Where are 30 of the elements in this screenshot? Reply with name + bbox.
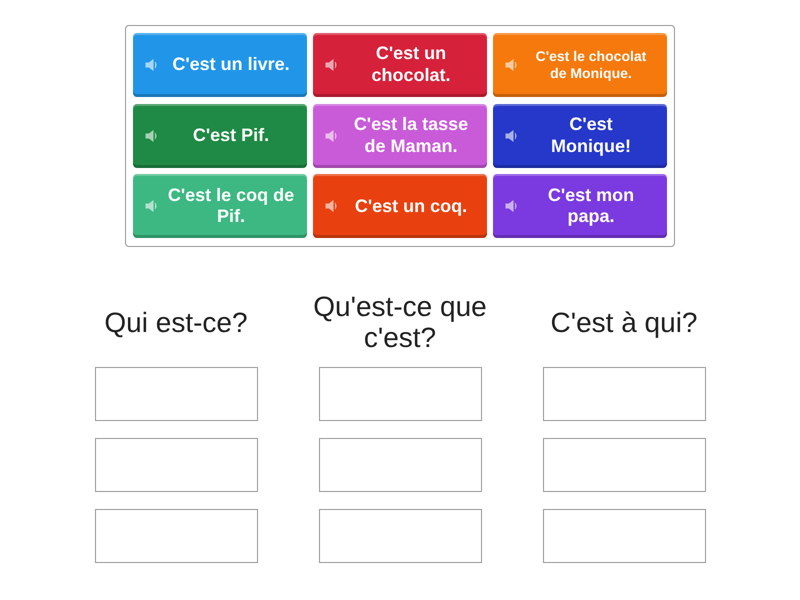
speaker-icon[interactable]	[145, 128, 159, 143]
drop-zone[interactable]	[94, 438, 258, 492]
group-heading: C'est à qui?	[550, 308, 698, 338]
answer-tile[interactable]: C'est Pif.	[133, 104, 307, 168]
answer-tile[interactable]: C'est le coq de Pif.	[133, 174, 307, 238]
group-heading: Qui est-ce?	[103, 308, 249, 338]
answer-tile[interactable]: C'est Monique!	[493, 104, 667, 168]
speaker-icon[interactable]	[325, 128, 339, 143]
answer-tile[interactable]: C'est un coq.	[313, 174, 487, 238]
drop-zone[interactable]	[542, 367, 706, 421]
drop-zone[interactable]	[94, 509, 258, 563]
speaker-icon[interactable]	[145, 58, 159, 72]
group-heading: Qu'est-ce que c'est?	[312, 292, 488, 354]
answer-tile[interactable]: C'est mon papa.	[493, 174, 667, 238]
speaker-icon[interactable]	[505, 58, 519, 72]
drop-zone[interactable]	[318, 367, 482, 421]
answer-tile[interactable]: C'est un chocolat.	[313, 33, 487, 97]
answer-tile[interactable]: C'est le chocolat de Monique.	[493, 33, 667, 97]
drop-zone[interactable]	[542, 438, 706, 492]
speaker-icon[interactable]	[325, 199, 339, 214]
speaker-icon[interactable]	[145, 199, 159, 214]
drop-zone[interactable]	[94, 367, 258, 421]
speaker-icon[interactable]	[325, 58, 339, 72]
answer-tile[interactable]: C'est un livre.	[133, 33, 307, 97]
drop-zone[interactable]	[542, 509, 706, 563]
speaker-icon[interactable]	[505, 199, 519, 214]
speaker-icon[interactable]	[505, 128, 519, 143]
answer-tile[interactable]: C'est la tasse de Maman.	[313, 104, 487, 168]
drop-zone[interactable]	[318, 509, 482, 563]
drop-zone[interactable]	[318, 438, 482, 492]
